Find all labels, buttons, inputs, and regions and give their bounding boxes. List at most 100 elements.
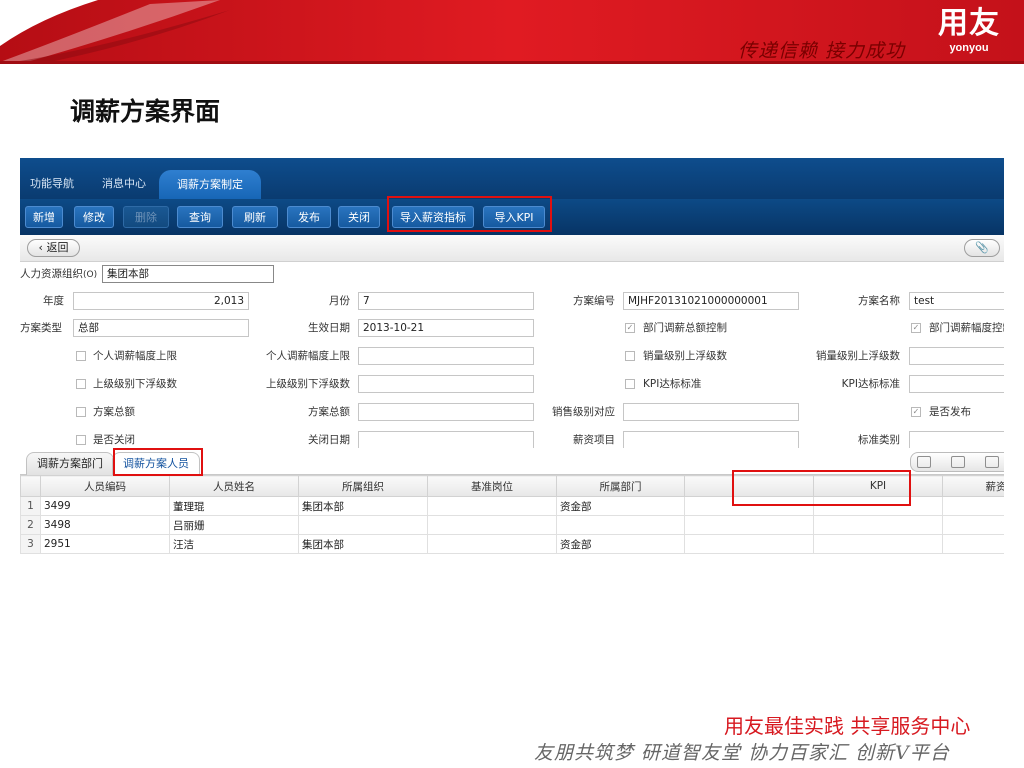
cell-empty[interactable] bbox=[684, 534, 814, 554]
kpi-standard-field[interactable] bbox=[909, 375, 1004, 393]
refresh-button[interactable]: 刷新 bbox=[232, 206, 278, 228]
cell-post[interactable] bbox=[427, 534, 557, 554]
cell-code[interactable]: 3499 bbox=[40, 496, 170, 516]
import-kpi-button[interactable]: 导入KPI bbox=[483, 206, 545, 228]
superior-down-label: 上级级别下浮级数 bbox=[266, 378, 350, 390]
is-published-checkbox[interactable]: ✓ bbox=[911, 407, 921, 417]
tab-function-nav[interactable]: 功能导航 bbox=[30, 169, 74, 199]
tab-plan-departments[interactable]: 调薪方案部门 bbox=[26, 452, 114, 475]
paperclip-icon: 📎 bbox=[975, 241, 989, 254]
kpi-standard-checkbox[interactable] bbox=[625, 379, 635, 389]
personal-upper-check-label: 个人调薪幅度上限 bbox=[93, 350, 177, 362]
column-header[interactable]: KPI bbox=[813, 475, 943, 497]
close-date-label: 关闭日期 bbox=[308, 434, 350, 446]
plan-total-field[interactable] bbox=[358, 403, 534, 421]
cell-empty[interactable] bbox=[684, 496, 814, 516]
delete-button[interactable]: 删除 bbox=[123, 206, 169, 228]
publish-button[interactable]: 发布 bbox=[287, 206, 331, 228]
column-header[interactable]: 所属部门 bbox=[556, 475, 685, 497]
action-toolbar: 新增 修改 删除 查询 刷新 发布 关闭 导入薪资指标 导入KPI bbox=[20, 199, 1004, 235]
table-row[interactable]: 2 3498 吕丽姗 bbox=[20, 515, 1004, 535]
query-button[interactable]: 查询 bbox=[177, 206, 223, 228]
superior-down-field[interactable] bbox=[358, 375, 534, 393]
plan-total-checkbox[interactable] bbox=[76, 407, 86, 417]
sales-level-field[interactable] bbox=[623, 403, 799, 421]
detail-tabs: 调薪方案部门 调薪方案人员 bbox=[20, 448, 1004, 475]
cell-name[interactable]: 吕丽姗 bbox=[169, 515, 299, 535]
add-row-icon[interactable] bbox=[917, 456, 931, 468]
cell-code[interactable]: 3498 bbox=[40, 515, 170, 535]
cell-salary-index[interactable] bbox=[942, 515, 1004, 535]
cell-dept[interactable] bbox=[556, 515, 685, 535]
cell-kpi[interactable] bbox=[813, 534, 943, 554]
close-button[interactable]: 关闭 bbox=[338, 206, 380, 228]
cell-kpi[interactable] bbox=[813, 496, 943, 516]
dept-total-ctrl-checkbox[interactable]: ✓ bbox=[625, 323, 635, 333]
delete-row-icon[interactable] bbox=[985, 456, 999, 468]
slide-title: 调薪方案界面 bbox=[70, 97, 221, 126]
column-header[interactable]: 所属组织 bbox=[298, 475, 428, 497]
table-row[interactable]: 1 3499 董理琨 集团本部 资金部 bbox=[20, 496, 1004, 516]
personal-upper-field[interactable] bbox=[358, 347, 534, 365]
cell-org[interactable]: 集团本部 bbox=[298, 534, 428, 554]
cell-salary-index[interactable] bbox=[942, 496, 1004, 516]
edit-button[interactable]: 修改 bbox=[74, 206, 114, 228]
salary-item-field[interactable] bbox=[623, 431, 799, 448]
plan-type-field[interactable]: 总部 bbox=[73, 319, 249, 337]
cell-post[interactable] bbox=[427, 515, 557, 535]
month-field[interactable]: 7 bbox=[358, 292, 534, 310]
cell-salary-index[interactable] bbox=[942, 534, 1004, 554]
sales-up-float-field[interactable] bbox=[909, 347, 1004, 365]
month-label: 月份 bbox=[329, 295, 350, 307]
plan-code-field[interactable]: MJHF20131021000000001 bbox=[623, 292, 799, 310]
column-header[interactable]: 人员编码 bbox=[40, 475, 170, 497]
dept-range-ctrl-label: 部门调薪幅度控制 bbox=[929, 322, 1004, 334]
tab-salary-plan[interactable]: 调薪方案制定 bbox=[159, 170, 261, 199]
year-label: 年度 bbox=[43, 295, 64, 307]
import-salary-index-button[interactable]: 导入薪资指标 bbox=[392, 206, 474, 228]
is-closed-checkbox[interactable] bbox=[76, 435, 86, 445]
back-button[interactable]: ‹ 返回 bbox=[27, 239, 80, 257]
tab-message-center[interactable]: 消息中心 bbox=[102, 169, 146, 199]
cell-org[interactable] bbox=[298, 515, 428, 535]
insert-row-icon[interactable] bbox=[951, 456, 965, 468]
dept-range-ctrl-checkbox[interactable]: ✓ bbox=[911, 323, 921, 333]
superior-down-checkbox[interactable] bbox=[76, 379, 86, 389]
cell-kpi[interactable] bbox=[813, 515, 943, 535]
row-index: 2 bbox=[20, 515, 41, 535]
cell-post[interactable] bbox=[427, 496, 557, 516]
table-row[interactable]: 3 2951 汪洁 集团本部 资金部 bbox=[20, 534, 1004, 554]
cell-dept[interactable]: 资金部 bbox=[556, 496, 685, 516]
sub-toolbar: ‹ 返回 📎 bbox=[20, 235, 1004, 262]
cell-empty[interactable] bbox=[684, 515, 814, 535]
effective-date-field[interactable]: 2013-10-21 bbox=[358, 319, 534, 337]
dept-total-ctrl-label: 部门调薪总额控制 bbox=[643, 322, 727, 334]
column-header[interactable]: 薪资指标 bbox=[942, 475, 1004, 497]
plan-total-label: 方案总额 bbox=[308, 406, 350, 418]
attachment-button[interactable]: 📎 bbox=[964, 239, 1000, 257]
standard-type-field[interactable] bbox=[909, 431, 1004, 448]
cell-name[interactable]: 汪洁 bbox=[169, 534, 299, 554]
new-button[interactable]: 新增 bbox=[25, 206, 63, 228]
column-header[interactable]: 人员姓名 bbox=[169, 475, 299, 497]
cell-org[interactable]: 集团本部 bbox=[298, 496, 428, 516]
plan-name-field[interactable]: test bbox=[909, 292, 1004, 310]
year-field[interactable]: 2,013 bbox=[73, 292, 249, 310]
standard-type-label: 标准类别 bbox=[858, 434, 900, 446]
cell-dept[interactable]: 资金部 bbox=[556, 534, 685, 554]
cell-code[interactable]: 2951 bbox=[40, 534, 170, 554]
cell-name[interactable]: 董理琨 bbox=[169, 496, 299, 516]
is-published-label: 是否发布 bbox=[929, 406, 971, 418]
app-window: 功能导航 消息中心 调薪方案制定 新增 修改 删除 查询 刷新 发布 关闭 导入… bbox=[20, 158, 1004, 558]
personal-upper-label: 个人调薪幅度上限 bbox=[266, 350, 350, 362]
tab-plan-personnel[interactable]: 调薪方案人员 bbox=[112, 452, 200, 475]
org-field[interactable]: 集团本部 bbox=[102, 265, 274, 283]
close-date-field[interactable] bbox=[358, 431, 534, 448]
personal-upper-checkbox[interactable] bbox=[76, 351, 86, 361]
column-header[interactable] bbox=[684, 475, 814, 497]
logo-en-text: yonyou bbox=[949, 42, 989, 54]
yonyou-logo: 用友 yonyou bbox=[928, 6, 1010, 62]
plan-type-label: 方案类型 bbox=[20, 322, 62, 334]
sales-up-float-checkbox[interactable] bbox=[625, 351, 635, 361]
column-header[interactable]: 基准岗位 bbox=[427, 475, 557, 497]
